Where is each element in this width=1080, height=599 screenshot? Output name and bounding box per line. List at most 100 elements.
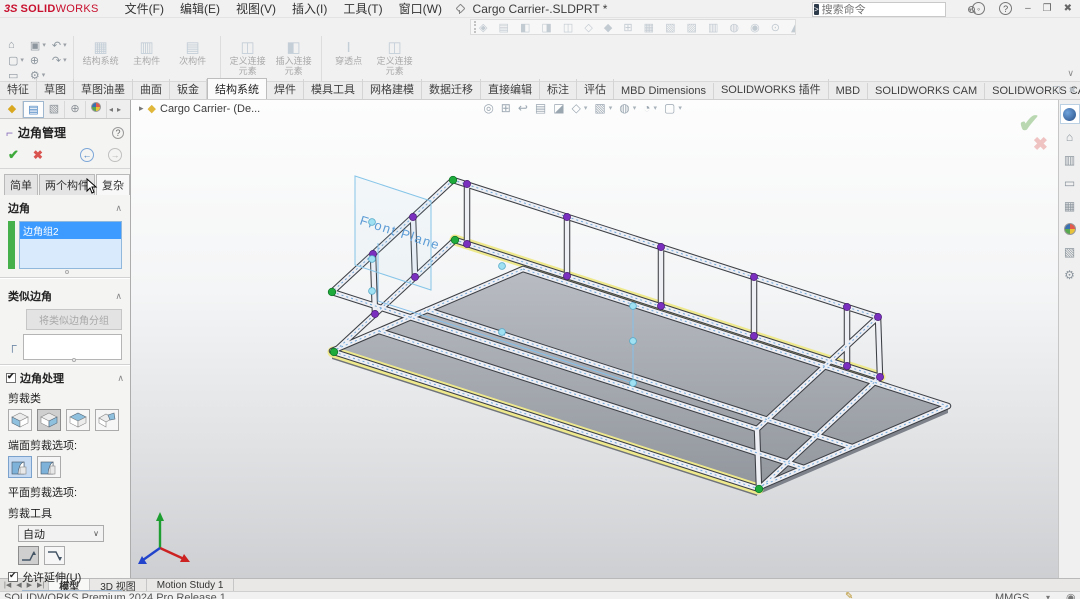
treatment-checkbox[interactable] (6, 373, 16, 383)
redo-icon[interactable]: ↷▾ (52, 54, 67, 67)
toolbar-drag-handle[interactable] (474, 21, 476, 33)
previous-corner-icon[interactable]: ← (80, 148, 94, 162)
tab-sketch-ink[interactable]: 草图油墨 (74, 79, 133, 99)
custom-properties-icon[interactable]: ▧ (1060, 242, 1080, 262)
command-search[interactable]: > ▾ (812, 2, 946, 17)
status-eye-icon[interactable]: ◉ (1066, 591, 1076, 599)
cam-settings-icon[interactable]: ⚙ (1060, 265, 1080, 285)
appearances-icon[interactable] (1060, 219, 1080, 239)
pin-menu-icon[interactable] (454, 4, 464, 14)
structure-system-button[interactable]: ▦ 结构系统 (78, 38, 124, 79)
tab-data-migration[interactable]: 数据迁移 (422, 79, 481, 99)
doc-close-icon[interactable]: ✖ (1068, 85, 1076, 96)
end-trim-1-button[interactable] (8, 456, 32, 478)
tab-weldments[interactable]: 焊件 (267, 79, 304, 99)
help-icon[interactable]: ? (999, 2, 1012, 15)
tab-mesh-modeling[interactable]: 网格建模 (363, 79, 422, 99)
menu-window[interactable]: 窗口(W) (391, 0, 450, 17)
tab-sheet-metal[interactable]: 钣金 (170, 79, 207, 99)
floating-toolbar[interactable]: ◈ ▤ ◧ ◨ ◫ ◇ ◆ ⊞ ▦ ▧ ▨ ▥ ◍ ◉ ⊙ ◭ ◮ ◬ (470, 19, 796, 35)
tab-structure-system[interactable]: 结构系统 (207, 78, 267, 99)
tab-solidworks-addins[interactable]: SOLIDWORKS 插件 (714, 79, 829, 99)
panel-tab-propertymanager[interactable]: ▤ (23, 101, 44, 118)
tab-evaluate[interactable]: 评估 (577, 79, 614, 99)
close-button[interactable]: ✖ (1058, 3, 1078, 14)
resources-home-icon[interactable]: ⌂ (1060, 127, 1080, 147)
menu-edit[interactable]: 编辑(E) (172, 0, 228, 17)
tab-mold-tools[interactable]: 模具工具 (304, 79, 363, 99)
menu-tools[interactable]: 工具(T) (335, 0, 390, 17)
collapse-icon[interactable]: ∧ (115, 291, 122, 302)
section-treatment-header[interactable]: 边角处理 ∧ (0, 370, 130, 386)
view-palette-icon[interactable]: ▦ (1060, 196, 1080, 216)
front-plane[interactable]: Front Plane (355, 176, 442, 290)
design-library-icon[interactable]: ▥ (1060, 150, 1080, 170)
tab-solidworks-cam[interactable]: SOLIDWORKS CAM (868, 83, 985, 99)
panel-tab-scroll-left-icon[interactable]: ◂ (107, 105, 115, 114)
tab-surfaces[interactable]: 曲面 (133, 79, 170, 99)
pierce-point-button[interactable]: I 穿透点 (326, 38, 372, 79)
user-account-icon[interactable]: ◦ (972, 2, 985, 15)
trim-tool-dropdown[interactable]: 自动 ∨ (18, 525, 104, 542)
status-pencil-icon[interactable]: ✎ (845, 591, 853, 599)
similar-corner-input[interactable] (23, 334, 122, 360)
corner-list-item[interactable]: 边角组2 (20, 222, 121, 239)
inputbox-resize-handle[interactable] (72, 358, 76, 362)
panel-tab-scroll-right-icon[interactable]: ▸ (115, 105, 123, 114)
menu-view[interactable]: 视图(V) (228, 0, 284, 17)
floating-toolbar-icons[interactable]: ◈ ▤ ◧ ◨ ◫ ◇ ◆ ⊞ ▦ ▧ ▨ ▥ ◍ ◉ ⊙ ◭ ◮ ◬ (479, 21, 796, 34)
trim-type-1-button[interactable] (8, 409, 32, 431)
panel-tab-dimxpertmanager[interactable]: ⊕ (65, 101, 86, 118)
collapse-icon[interactable]: ∧ (117, 373, 124, 384)
tab-motion-study-1[interactable]: Motion Study 1 (147, 579, 235, 591)
trim-type-2-button[interactable] (37, 409, 61, 431)
doc-minimize-icon[interactable]: – (1039, 85, 1044, 96)
panel-tab-displaymanager[interactable] (86, 101, 107, 118)
panel-tab-configurationmanager[interactable]: ▧ (44, 101, 65, 118)
corner-list[interactable]: 边角组2 (19, 221, 122, 269)
home-icon[interactable]: ⌂ (8, 39, 24, 51)
panel-tab-featuremanager[interactable]: ◆ (2, 101, 23, 118)
graphics-viewport[interactable]: ▸ ◆ Cargo Carrier- (De... ◎ ⊞ ↩ ▤ ◪ ◇▾ ▧… (131, 100, 1058, 578)
units-caret-icon[interactable]: ▾ (1046, 593, 1050, 599)
allow-extend-checkbox[interactable] (8, 572, 18, 582)
mode-tab-simple[interactable]: 简单 (4, 174, 38, 195)
new-document-icon[interactable]: ▢▾ (8, 54, 24, 67)
trim-type-3-button[interactable] (66, 409, 90, 431)
primary-member-button[interactable]: ▥ 主构件 (124, 38, 170, 79)
trim-type-4-button[interactable] (95, 409, 119, 431)
next-corner-icon[interactable]: → (108, 148, 122, 162)
define-connection-button-2[interactable]: ◫ 定义连接元素 (372, 38, 418, 79)
tab-direct-editing[interactable]: 直接编辑 (481, 79, 540, 99)
doc-window-icon-2[interactable]: ▫ (1028, 85, 1031, 96)
tab-mbd[interactable]: MBD (829, 83, 868, 99)
tab-features[interactable]: 特征 (0, 79, 37, 99)
save-icon[interactable]: ▣▾ (30, 39, 46, 52)
insert-connection-button[interactable]: ◧ 插入连接元素 (271, 38, 317, 79)
tab-mbd-dimensions[interactable]: MBD Dimensions (614, 83, 714, 99)
model-canvas[interactable]: Front Plane (131, 100, 1058, 578)
trim-direction-2-button[interactable] (44, 546, 65, 565)
menu-file[interactable]: 文件(F) (117, 0, 172, 17)
secondary-member-button[interactable]: ▤ 次构件 (170, 38, 216, 79)
trim-direction-1-button[interactable] (18, 546, 39, 565)
doc-restore-icon[interactable]: ❐ (1052, 85, 1060, 96)
listbox-resize-handle[interactable] (65, 270, 69, 274)
tab-markup[interactable]: 标注 (540, 79, 577, 99)
menu-insert[interactable]: 插入(I) (284, 0, 335, 17)
attach-icon[interactable]: ⊕ (30, 54, 46, 67)
file-explorer-icon[interactable]: ▭ (1060, 173, 1080, 193)
doc-window-icon-1[interactable]: ▫ (1017, 85, 1020, 96)
section-similar-header[interactable]: 类似边角 ∧ (0, 283, 130, 307)
units-indicator[interactable]: MMGS (995, 592, 1029, 599)
accept-icon[interactable]: ✔ (8, 147, 19, 163)
end-trim-2-button[interactable] (37, 456, 61, 478)
section-corner-header[interactable]: 边角 ∧ (0, 195, 130, 219)
search-input[interactable] (819, 4, 967, 16)
mode-tab-complex[interactable]: 复杂 (96, 174, 130, 195)
cancel-icon[interactable]: ✖ (33, 148, 43, 162)
undo-icon[interactable]: ↶▾ (52, 39, 67, 52)
tab-sketch[interactable]: 草图 (37, 79, 74, 99)
collapse-icon[interactable]: ∧ (115, 203, 122, 214)
define-connection-button[interactable]: ◫ 定义连接元素 (225, 38, 271, 79)
